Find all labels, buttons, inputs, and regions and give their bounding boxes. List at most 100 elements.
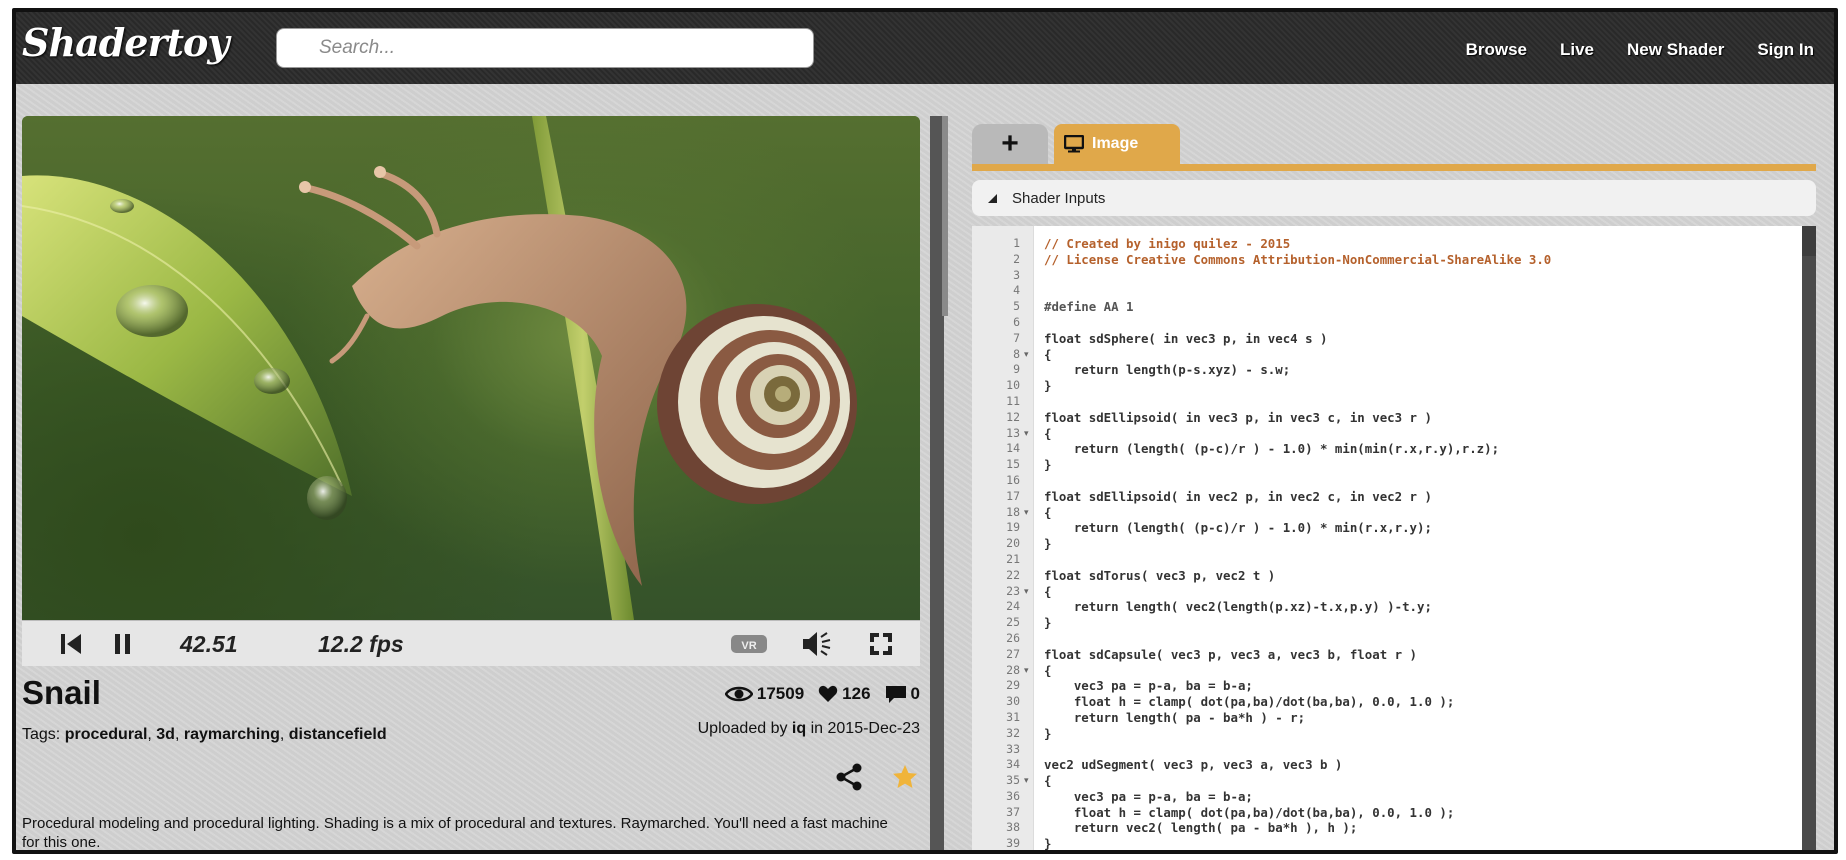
- shader-title: Snail: [22, 674, 101, 711]
- comments-stat[interactable]: 0: [885, 684, 920, 704]
- logo[interactable]: Shadertoy: [22, 20, 229, 65]
- code-line[interactable]: float sdEllipsoid( in vec3 p, in vec3 c,…: [1044, 410, 1784, 426]
- line-number: 35: [1006, 773, 1020, 788]
- code-line[interactable]: float sdEllipsoid( in vec2 p, in vec2 c,…: [1044, 489, 1784, 505]
- nav-new-shader[interactable]: New Shader: [1627, 40, 1724, 60]
- shader-stats: 17509 126 0: [711, 684, 920, 704]
- code-line[interactable]: return length( vec2(length(p.xz)-t.x,p.y…: [1044, 599, 1784, 615]
- tab-image[interactable]: Image: [1054, 124, 1180, 164]
- code-line[interactable]: }: [1044, 836, 1784, 850]
- code-line[interactable]: #define AA 1: [1044, 299, 1784, 315]
- add-tab-button[interactable]: +: [972, 124, 1048, 164]
- code-line[interactable]: [1044, 473, 1784, 489]
- line-number: 17: [1006, 488, 1020, 503]
- code-line[interactable]: [1044, 742, 1784, 758]
- code-line[interactable]: }: [1044, 457, 1784, 473]
- line-number: 6: [1013, 314, 1020, 329]
- code-line[interactable]: return length(p-s.xyz) - s.w;: [1044, 362, 1784, 378]
- line-number: 38: [1006, 820, 1020, 835]
- code-content[interactable]: // Created by inigo quilez - 2015// Lice…: [1044, 236, 1784, 850]
- code-line[interactable]: [1044, 283, 1784, 299]
- line-number-gutter: 1 2 3 4 5 6 7 8 9 10 11 12 13 14 15 16 17 18 19 20 21 22 23 24 2…: [972, 226, 1034, 850]
- line-number: 34: [1006, 757, 1020, 772]
- vr-icon[interactable]: VR: [730, 627, 768, 661]
- code-line[interactable]: // Created by inigo quilez - 2015: [1044, 236, 1784, 252]
- code-line[interactable]: vec3 pa = p-a, ba = b-a;: [1044, 678, 1784, 694]
- code-line[interactable]: }: [1044, 726, 1784, 742]
- svg-text:VR: VR: [741, 640, 756, 652]
- tags-line: Tags: procedural, 3d, raymarching, dista…: [22, 726, 387, 743]
- shader-inputs-toggle[interactable]: Shader Inputs: [972, 180, 1816, 216]
- code-line[interactable]: float sdTorus( vec3 p, vec2 t ): [1044, 568, 1784, 584]
- fold-arrow-icon[interactable]: ▾: [1024, 663, 1034, 679]
- code-line[interactable]: vec3 pa = p-a, ba = b-a;: [1044, 789, 1784, 805]
- code-line[interactable]: [1044, 268, 1784, 284]
- code-line[interactable]: return (length( (p-c)/r ) - 1.0) * min(m…: [1044, 441, 1784, 457]
- code-line[interactable]: [1044, 315, 1784, 331]
- code-line[interactable]: float sdCapsule( vec3 p, vec3 a, vec3 b,…: [1044, 647, 1784, 663]
- code-line[interactable]: float h = clamp( dot(pa,ba)/dot(ba,ba), …: [1044, 805, 1784, 821]
- code-line[interactable]: float h = clamp( dot(pa,ba)/dot(ba,ba), …: [1044, 694, 1784, 710]
- search-input[interactable]: [277, 29, 813, 67]
- code-line[interactable]: {: [1044, 663, 1784, 679]
- code-line[interactable]: [1044, 552, 1784, 568]
- line-number: 24: [1006, 599, 1020, 614]
- code-line[interactable]: {: [1044, 505, 1784, 521]
- upload-date: in 2015-Dec-23: [810, 720, 920, 737]
- code-line[interactable]: {: [1044, 347, 1784, 363]
- top-bar: Shadertoy Browse Live New Shader Sign In: [16, 12, 1834, 84]
- shader-player: 42.51 12.2 fps VR: [22, 116, 920, 666]
- star-icon[interactable]: [892, 764, 918, 795]
- line-number: 3: [1013, 267, 1020, 282]
- line-number: 22: [1006, 567, 1020, 582]
- code-editor[interactable]: 1 2 3 4 5 6 7 8 9 10 11 12 13 14 15 16 17 18 19 20 21 22 23 24 2…: [972, 226, 1816, 850]
- tab-underline: [972, 164, 1816, 171]
- code-line[interactable]: [1044, 394, 1784, 410]
- code-scrollbar-thumb[interactable]: [1802, 256, 1816, 850]
- share-icon[interactable]: [834, 762, 864, 797]
- tag-link[interactable]: procedural: [65, 726, 148, 743]
- code-line[interactable]: {: [1044, 426, 1784, 442]
- code-line[interactable]: return (length( (p-c)/r ) - 1.0) * min(r…: [1044, 520, 1784, 536]
- line-number: 29: [1006, 678, 1020, 693]
- code-line[interactable]: [1044, 631, 1784, 647]
- line-number: 36: [1006, 788, 1020, 803]
- pause-icon[interactable]: [110, 627, 136, 661]
- code-line[interactable]: }: [1044, 378, 1784, 394]
- code-line[interactable]: return vec2( length( pa - ba*h ), h );: [1044, 820, 1784, 836]
- tag-link[interactable]: 3d: [156, 726, 175, 743]
- code-scrollbar[interactable]: [1802, 226, 1816, 850]
- fullscreen-icon[interactable]: [868, 627, 894, 661]
- line-number: 27: [1006, 646, 1020, 661]
- splitter-thumb[interactable]: [942, 116, 948, 316]
- search-box[interactable]: [276, 28, 814, 68]
- code-line[interactable]: return length( pa - ba*h ) - r;: [1044, 710, 1784, 726]
- line-number: 16: [1006, 472, 1020, 487]
- tag-link[interactable]: distancefield: [289, 726, 387, 743]
- code-line[interactable]: float sdSphere( in vec3 p, in vec4 s ): [1044, 331, 1784, 347]
- fold-arrow-icon[interactable]: ▾: [1024, 773, 1034, 789]
- likes-stat[interactable]: 126: [818, 684, 871, 704]
- heart-icon: [818, 685, 838, 702]
- code-line[interactable]: vec2 udSegment( vec3 p, vec3 a, vec3 b ): [1044, 757, 1784, 773]
- rewind-icon[interactable]: [58, 627, 84, 661]
- code-line[interactable]: // License Creative Commons Attribution-…: [1044, 252, 1784, 268]
- fold-arrow-icon[interactable]: ▾: [1024, 347, 1034, 363]
- code-line[interactable]: {: [1044, 584, 1784, 600]
- fold-arrow-icon[interactable]: ▾: [1024, 505, 1034, 521]
- fold-arrow-icon[interactable]: ▾: [1024, 584, 1034, 600]
- nav-live[interactable]: Live: [1560, 40, 1594, 60]
- volume-icon[interactable]: [800, 627, 834, 661]
- line-number: 26: [1006, 630, 1020, 645]
- code-line[interactable]: }: [1044, 536, 1784, 552]
- code-line[interactable]: }: [1044, 615, 1784, 631]
- line-numbers: 1 2 3 4 5 6 7 8 9 10 11 12 13 14 15 16 17 18 19 20 21 22 23 24 2…: [972, 236, 1020, 850]
- nav-browse[interactable]: Browse: [1466, 40, 1527, 60]
- code-line[interactable]: {: [1044, 773, 1784, 789]
- fold-arrow-icon[interactable]: ▾: [1024, 426, 1034, 442]
- shader-canvas[interactable]: [22, 116, 920, 620]
- nav-sign-in[interactable]: Sign In: [1757, 40, 1814, 60]
- author-link[interactable]: iq: [792, 720, 806, 737]
- line-number: 31: [1006, 709, 1020, 724]
- tag-link[interactable]: raymarching: [184, 726, 280, 743]
